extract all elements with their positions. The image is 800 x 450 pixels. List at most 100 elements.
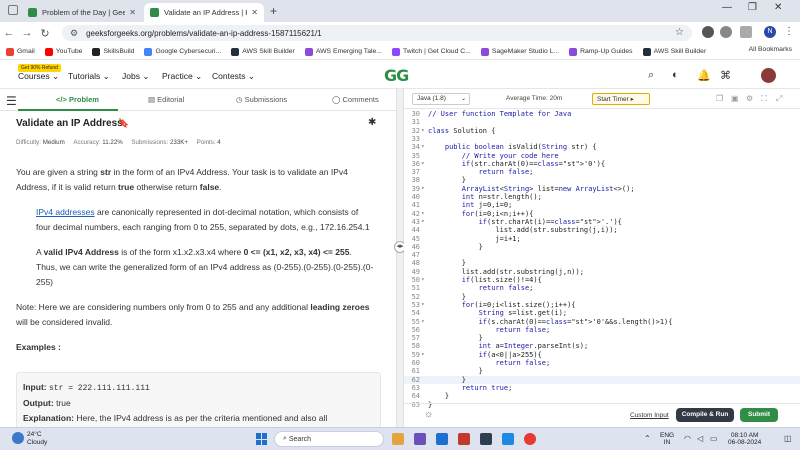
bookmark-star-icon[interactable]: ☆ — [675, 27, 684, 38]
code-line[interactable]: 44 list.add(str.substring(j,i)); — [404, 226, 800, 234]
code-line[interactable]: 39 ▾ ArrayList<String> list=new ArrayList… — [404, 185, 800, 193]
wifi-icon[interactable]: ◠ — [684, 434, 691, 443]
code-line[interactable]: 40 int n=str.length(); — [404, 193, 800, 201]
code-line[interactable]: 38 } — [404, 176, 800, 184]
minimize-icon[interactable]: — — [722, 2, 732, 13]
fold-icon[interactable]: ▾ — [421, 160, 425, 168]
clock[interactable]: 08:10 AM 06-08-2024 — [728, 432, 761, 446]
fullscreen-icon[interactable]: ⛶ — [761, 94, 767, 104]
bookmark-item[interactable]: AWS Skill Builder — [231, 47, 295, 56]
code-line[interactable]: 48 } — [404, 259, 800, 267]
edge-icon[interactable] — [436, 433, 448, 445]
code-line[interactable]: 45 j=i+1; — [404, 235, 800, 243]
code-line[interactable]: 34 ▾ public boolean isValid(String str) { — [404, 143, 800, 151]
bookmark-item[interactable]: Gmail — [6, 47, 35, 56]
custom-input-link[interactable]: Custom Input — [630, 412, 669, 419]
volume-icon[interactable]: ◁ — [697, 434, 703, 443]
bell-icon[interactable]: 🔔 — [697, 69, 711, 82]
bookmark-item[interactable]: Twitch | Get Cloud C... — [391, 47, 471, 56]
code-line[interactable]: 59 ▾ if(a<0||a>255){ — [404, 351, 800, 359]
code-line[interactable]: 41 int j=0,i=0; — [404, 201, 800, 209]
bookmark-item[interactable]: AWS Emerging Tale... — [304, 47, 382, 56]
bookmark-item[interactable]: SageMaker Studio L... — [480, 47, 559, 56]
code-line[interactable]: 56 return false; — [404, 326, 800, 334]
bookmark-item[interactable]: AWS Skill Builder — [642, 47, 706, 56]
fold-icon[interactable]: ▾ — [421, 127, 425, 135]
hint-bulb-icon[interactable]: ☼ — [424, 409, 433, 420]
code-line[interactable]: 46 } — [404, 243, 800, 251]
notification-icon[interactable]: ◫ — [784, 434, 792, 443]
report-bug-icon[interactable]: ✱ — [368, 117, 376, 128]
code-line[interactable]: 54 String s=list.get(i); — [404, 309, 800, 317]
code-line[interactable]: 50 ▾ if(list.size()!=4){ — [404, 276, 800, 284]
nav-practice[interactable]: Practice ⌄ — [162, 71, 202, 82]
code-line[interactable]: 58 int a=Integer.parseInt(s); — [404, 342, 800, 350]
code-line[interactable]: 31 — [404, 118, 800, 126]
code-line[interactable]: 60 return false; — [404, 359, 800, 367]
code-line[interactable]: 64 } — [404, 392, 800, 400]
taskbar-search[interactable]: ⌕ Search — [274, 431, 384, 447]
all-bookmarks-link[interactable]: All Bookmarks — [749, 46, 792, 53]
close-icon[interactable]: ✕ — [251, 8, 258, 17]
tab-problem[interactable]: </> Problem — [56, 95, 99, 104]
browser-tab-potd[interactable]: Problem of the Day | GeeksforGeeks ✕ — [22, 3, 142, 22]
chevron-up-icon[interactable]: ⌃ — [644, 434, 651, 443]
chrome-icon[interactable] — [524, 433, 536, 445]
tab-editorial[interactable]: ▤ Editorial — [148, 95, 184, 104]
code-line[interactable]: 51 return false; — [404, 284, 800, 292]
tab-comments[interactable]: ◯ Comments — [332, 95, 379, 104]
reload-icon[interactable]: ↻ — [36, 27, 54, 40]
code-line[interactable]: 62 } — [404, 375, 800, 384]
profile-avatar[interactable]: N — [764, 26, 776, 38]
search-icon[interactable]: ⌕ — [648, 69, 654, 82]
nav-contests[interactable]: Contests ⌄ — [212, 71, 255, 82]
code-line[interactable]: 55 ▾ if(s.charAt(0)==class="st">'0'&&s.le… — [404, 318, 800, 326]
maximize-icon[interactable]: ❐ — [748, 2, 757, 13]
code-line[interactable]: 61 } — [404, 367, 800, 375]
fold-icon[interactable]: ▾ — [421, 318, 425, 326]
tab-submissions[interactable]: ◷ Submissions — [236, 95, 287, 104]
tab-search-icon[interactable] — [8, 5, 18, 15]
close-window-icon[interactable]: ✕ — [774, 2, 782, 13]
teams-icon[interactable] — [414, 433, 426, 445]
fold-icon[interactable]: ▾ — [421, 276, 425, 284]
file-explorer-icon[interactable] — [392, 433, 404, 445]
code-line[interactable]: 36 ▾ if(str.charAt(0)==class="st">'0'){ — [404, 160, 800, 168]
nav-jobs[interactable]: Jobs ⌄ — [122, 71, 149, 82]
dark-mode-icon[interactable]: ◐ — [672, 69, 679, 81]
forward-icon[interactable]: → — [18, 27, 36, 39]
url-bar[interactable]: ⚙ geeksforgeeks.org/problems/validate-an… — [62, 25, 692, 41]
code-line[interactable]: 57 } — [404, 334, 800, 342]
bookmark-item[interactable]: SkillsBuild — [92, 47, 134, 56]
fold-icon[interactable]: ▾ — [421, 351, 425, 359]
ipv4-link[interactable]: IPv4 addresses — [36, 207, 95, 217]
expand-icon[interactable]: ⤢ — [776, 94, 782, 104]
compile-run-button[interactable]: Compile & Run — [676, 408, 734, 422]
gfg-logo[interactable]: GG — [384, 66, 409, 85]
code-line[interactable]: 52 } — [404, 293, 800, 301]
bookmark-icon[interactable]: 🔖 — [118, 118, 129, 129]
store-icon[interactable] — [480, 433, 492, 445]
panel-resizer[interactable]: ◂▸ — [394, 89, 406, 427]
settings-icon[interactable]: ⚙ — [746, 94, 753, 103]
code-line[interactable]: 37 return false; — [404, 168, 800, 176]
code-line[interactable]: 35 // Write your code here — [404, 152, 800, 160]
submit-button[interactable]: Submit — [740, 408, 778, 422]
weather-widget[interactable]: 24°C Cloudy — [27, 431, 47, 447]
menu-icon[interactable]: ☰ — [6, 94, 17, 108]
fold-icon[interactable]: ▾ — [421, 301, 425, 309]
code-line[interactable]: 47 — [404, 251, 800, 259]
bookmark-item[interactable]: Ramp-Up Guides — [569, 47, 633, 56]
close-icon[interactable]: ✕ — [129, 8, 136, 17]
vscode-icon[interactable] — [502, 433, 514, 445]
code-line[interactable]: 32 ▾ class Solution { — [404, 127, 800, 135]
battery-icon[interactable]: ▭ — [710, 434, 718, 443]
code-line[interactable]: 33 — [404, 135, 800, 143]
extension-icon[interactable] — [720, 26, 732, 38]
user-avatar[interactable] — [761, 68, 776, 83]
fold-icon[interactable]: ▾ — [421, 143, 425, 151]
language-indicator[interactable]: ENG IN — [660, 432, 674, 446]
weather-icon[interactable] — [12, 432, 24, 444]
code-line[interactable]: 30 // User function Template for Java — [404, 110, 800, 118]
code-line[interactable]: 43 ▾ if(str.charAt(i)==class="st">'.'){ — [404, 218, 800, 226]
